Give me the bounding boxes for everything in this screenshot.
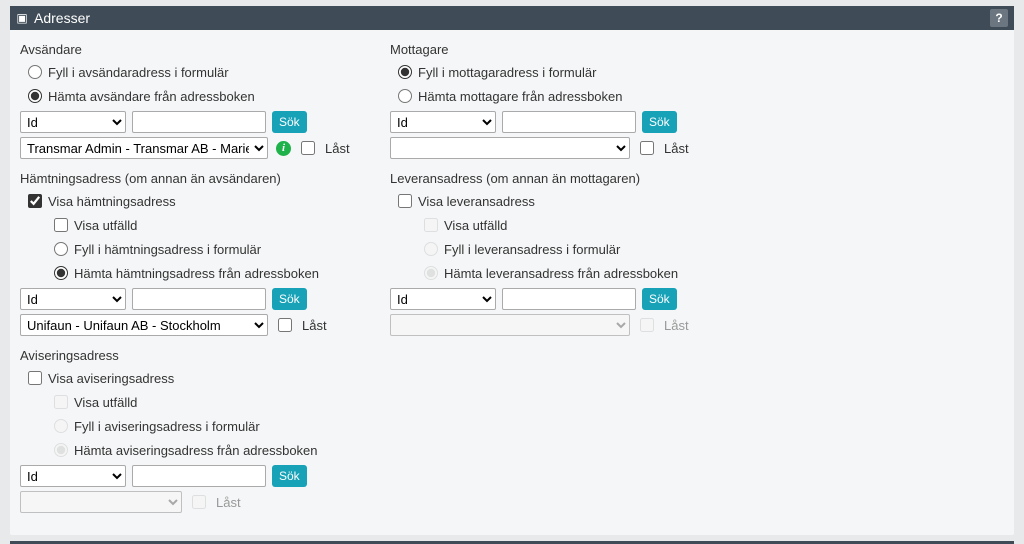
pickup-title: Hämtningsadress (om annan än avsändaren) — [20, 171, 370, 186]
delivery-radio-fetch: Hämta leveransadress från adressboken — [390, 262, 740, 284]
pickup-result-select[interactable]: Unifaun - Unifaun AB - Stockholm — [20, 314, 268, 336]
notify-radio-fill-input — [54, 419, 68, 433]
sender-radio-fetch-input[interactable] — [28, 89, 42, 103]
sender-radio-fill[interactable]: Fyll i avsändaradress i formulär — [20, 61, 370, 83]
pickup-expanded-checkbox[interactable] — [54, 218, 68, 232]
notify-radio-fetch-label: Hämta aviseringsadress från adressboken — [74, 443, 318, 458]
sender-radio-fetch-label: Hämta avsändare från adressboken — [48, 89, 255, 104]
notify-search-button[interactable]: Sök — [272, 465, 307, 487]
delivery-result-select — [390, 314, 630, 336]
delivery-search-input[interactable] — [502, 288, 636, 310]
collapse-icon[interactable]: ▣ — [16, 12, 28, 24]
receiver-locked-checkbox[interactable] — [640, 141, 654, 155]
pickup-radio-fill[interactable]: Fyll i hämtningsadress i formulär — [20, 238, 370, 260]
receiver-radio-fill-input[interactable] — [398, 65, 412, 79]
sender-id-select[interactable]: Id — [20, 111, 126, 133]
notify-expanded-checkbox — [54, 395, 68, 409]
receiver-search-input[interactable] — [502, 111, 636, 133]
sender-title: Avsändare — [20, 42, 370, 57]
delivery-locked-label: Låst — [664, 318, 689, 333]
notify-search-input[interactable] — [132, 465, 266, 487]
sender-radio-fill-label: Fyll i avsändaradress i formulär — [48, 65, 229, 80]
pickup-radio-fill-label: Fyll i hämtningsadress i formulär — [74, 242, 261, 257]
delivery-title: Leveransadress (om annan än mottagaren) — [390, 171, 740, 186]
notify-radio-fetch: Hämta aviseringsadress från adressboken — [20, 439, 370, 461]
receiver-title: Mottagare — [390, 42, 740, 57]
delivery-show-checkbox[interactable] — [398, 194, 412, 208]
notify-show[interactable]: Visa aviseringsadress — [20, 367, 370, 389]
delivery-show-label: Visa leveransadress — [418, 194, 535, 209]
delivery-show[interactable]: Visa leveransadress — [390, 190, 740, 212]
sender-locked-checkbox[interactable] — [301, 141, 315, 155]
delivery-locked-checkbox — [640, 318, 654, 332]
pickup-section: Hämtningsadress (om annan än avsändaren)… — [20, 171, 370, 348]
pickup-expanded[interactable]: Visa utfälld — [20, 214, 370, 236]
pickup-radio-fetch[interactable]: Hämta hämtningsadress från adressboken — [20, 262, 370, 284]
pickup-radio-fetch-label: Hämta hämtningsadress från adressboken — [74, 266, 319, 281]
pickup-search-button[interactable]: Sök — [272, 288, 307, 310]
notify-locked-label: Låst — [216, 495, 241, 510]
sender-search-input[interactable] — [132, 111, 266, 133]
receiver-locked-label: Låst — [664, 141, 689, 156]
delivery-section: Leveransadress (om annan än mottagaren) … — [390, 171, 740, 348]
pickup-search-input[interactable] — [132, 288, 266, 310]
receiver-result-select[interactable] — [390, 137, 630, 159]
sender-radio-fill-input[interactable] — [28, 65, 42, 79]
delivery-radio-fetch-input — [424, 266, 438, 280]
receiver-radio-fetch-label: Hämta mottagare från adressboken — [418, 89, 623, 104]
notify-section: Aviseringsadress Visa aviseringsadress V… — [20, 348, 370, 525]
delivery-expanded: Visa utfälld — [390, 214, 740, 236]
sender-radio-fetch[interactable]: Hämta avsändare från adressboken — [20, 85, 370, 107]
pickup-radio-fill-input[interactable] — [54, 242, 68, 256]
pickup-locked-checkbox[interactable] — [278, 318, 292, 332]
delivery-search-button[interactable]: Sök — [642, 288, 677, 310]
notify-expanded-label: Visa utfälld — [74, 395, 137, 410]
delivery-radio-fill-input — [424, 242, 438, 256]
receiver-radio-fill-label: Fyll i mottagaradress i formulär — [418, 65, 596, 80]
receiver-radio-fetch[interactable]: Hämta mottagare från adressboken — [390, 85, 740, 107]
delivery-expanded-checkbox — [424, 218, 438, 232]
notify-title: Aviseringsadress — [20, 348, 370, 363]
panel-header[interactable]: ▣ Adresser ? — [10, 6, 1014, 30]
sender-locked-label: Låst — [325, 141, 350, 156]
pickup-show-label: Visa hämtningsadress — [48, 194, 176, 209]
receiver-id-select[interactable]: Id — [390, 111, 496, 133]
pickup-expanded-label: Visa utfälld — [74, 218, 137, 233]
pickup-id-select[interactable]: Id — [20, 288, 126, 310]
receiver-section: Mottagare Fyll i mottagaradress i formul… — [390, 42, 740, 171]
delivery-radio-fill: Fyll i leveransadress i formulär — [390, 238, 740, 260]
pickup-locked-label: Låst — [302, 318, 327, 333]
receiver-radio-fill[interactable]: Fyll i mottagaradress i formulär — [390, 61, 740, 83]
notify-radio-fill: Fyll i aviseringsadress i formulär — [20, 415, 370, 437]
notify-result-select — [20, 491, 182, 513]
notify-show-label: Visa aviseringsadress — [48, 371, 174, 386]
receiver-search-button[interactable]: Sök — [642, 111, 677, 133]
delivery-expanded-label: Visa utfälld — [444, 218, 507, 233]
delivery-radio-fetch-label: Hämta leveransadress från adressboken — [444, 266, 678, 281]
help-button[interactable]: ? — [990, 9, 1008, 27]
sender-search-button[interactable]: Sök — [272, 111, 307, 133]
sender-section: Avsändare Fyll i avsändaradress i formul… — [20, 42, 370, 171]
notify-expanded: Visa utfälld — [20, 391, 370, 413]
sender-result-select[interactable]: Transmar Admin - Transmar AB - Marieha — [20, 137, 268, 159]
receiver-radio-fetch-input[interactable] — [398, 89, 412, 103]
notify-locked-checkbox — [192, 495, 206, 509]
notify-radio-fetch-input — [54, 443, 68, 457]
pickup-radio-fetch-input[interactable] — [54, 266, 68, 280]
panel-title: Adresser — [34, 10, 990, 26]
notify-id-select[interactable]: Id — [20, 465, 126, 487]
pickup-show-checkbox[interactable] — [28, 194, 42, 208]
delivery-radio-fill-label: Fyll i leveransadress i formulär — [444, 242, 620, 257]
delivery-id-select[interactable]: Id — [390, 288, 496, 310]
info-icon[interactable]: i — [276, 141, 291, 156]
notify-show-checkbox[interactable] — [28, 371, 42, 385]
panel-body: Avsändare Fyll i avsändaradress i formul… — [10, 30, 1014, 535]
pickup-show[interactable]: Visa hämtningsadress — [20, 190, 370, 212]
notify-radio-fill-label: Fyll i aviseringsadress i formulär — [74, 419, 260, 434]
